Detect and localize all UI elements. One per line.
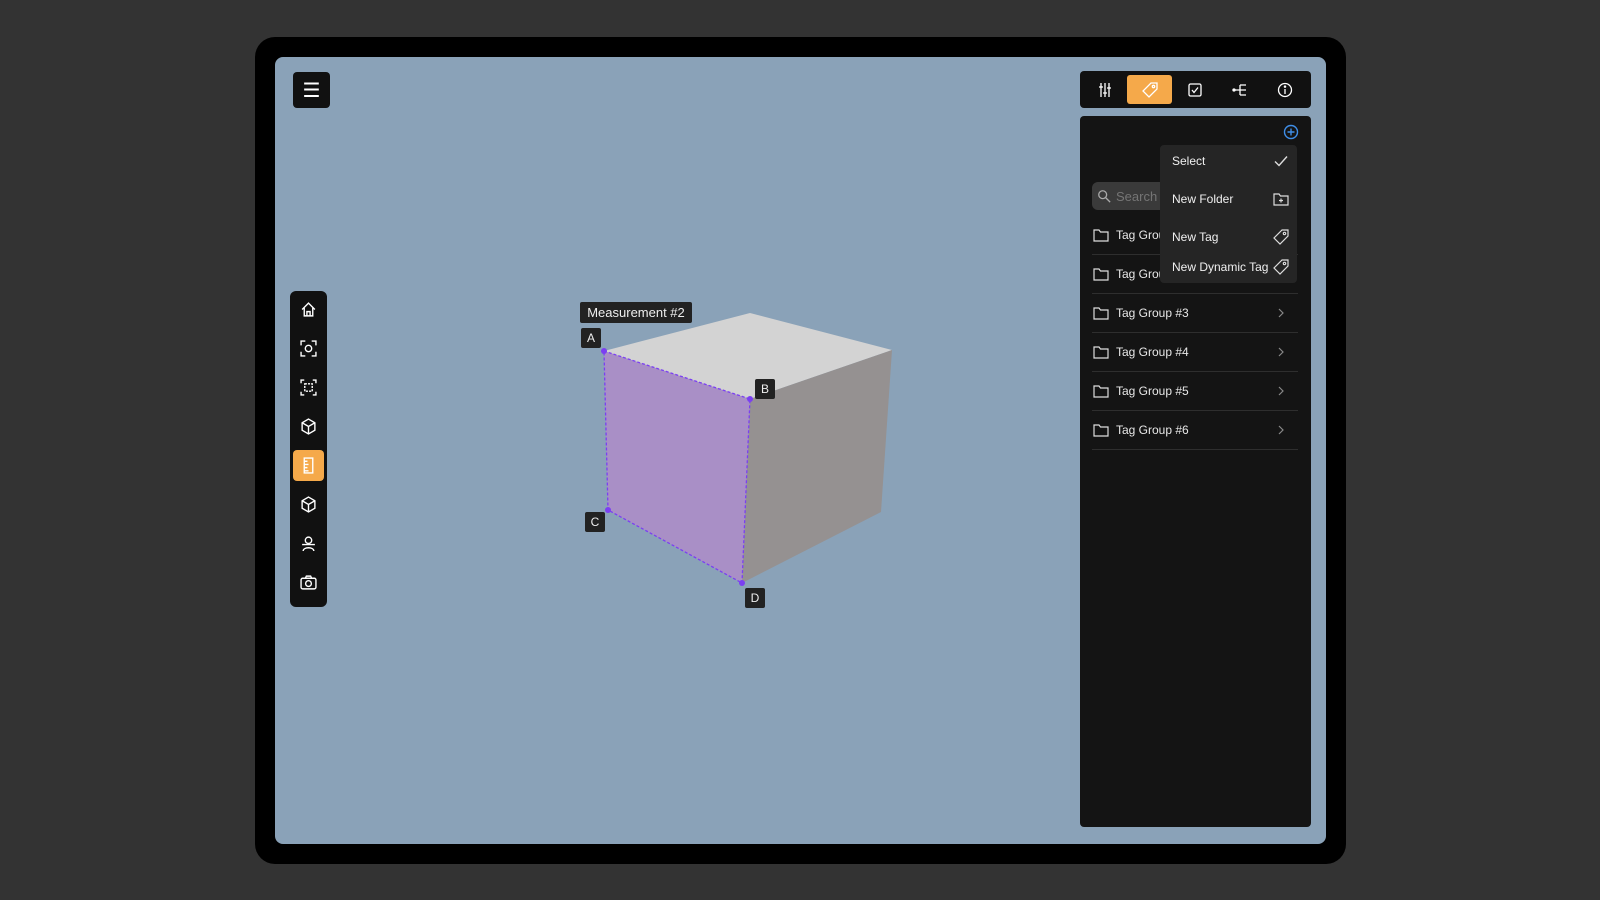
menu-item-label: New Dynamic Tag (1172, 260, 1269, 274)
tag-group-label: Tag Group #5 (1116, 384, 1189, 398)
tag-group-label: Tag Group #3 (1116, 306, 1189, 320)
folder-icon (1093, 346, 1109, 359)
tab-settings[interactable] (1082, 75, 1127, 104)
chevron-right-icon (1278, 308, 1284, 318)
cube-icon (301, 496, 316, 513)
tab-checklist[interactable] (1172, 75, 1217, 104)
tab-hierarchy[interactable] (1217, 75, 1262, 104)
sliders-icon (1098, 82, 1111, 97)
focus-button[interactable] (293, 333, 324, 364)
point-label-a: A (581, 328, 601, 348)
folder-icon (1093, 229, 1109, 242)
add-dropdown-menu: Select New Folder New Tag New Dynamic Ta… (1160, 145, 1297, 283)
tag-group-label: Tag Group #6 (1116, 423, 1189, 437)
checkbox-icon (1187, 82, 1202, 97)
measure-point-d (739, 580, 745, 586)
folder-add-icon (1273, 193, 1289, 206)
menu-item-new-folder[interactable]: New Folder (1160, 184, 1297, 214)
menu-item-label: Select (1172, 154, 1206, 168)
home-button[interactable] (293, 294, 324, 325)
measure-point-a (601, 348, 607, 354)
cube-button[interactable] (293, 489, 324, 520)
box-view-icon (301, 418, 316, 435)
hierarchy-icon (1231, 83, 1246, 96)
point-label-c: C (585, 512, 605, 532)
tag-group-row[interactable]: Tag Group #6 (1092, 411, 1298, 450)
menu-item-label: New Tag (1172, 230, 1219, 244)
menu-item-select[interactable]: Select (1160, 146, 1297, 176)
left-toolbar (290, 291, 327, 607)
box-view-button[interactable] (293, 411, 324, 442)
tag-group-row[interactable]: Tag Group #5 (1092, 372, 1298, 411)
app-screen: Measurement #2 A B C D ☰ Search Tag Grou… (275, 57, 1326, 844)
tag-group-row[interactable]: Tag Group #3 (1092, 294, 1298, 333)
camera-icon (300, 575, 317, 590)
menu-item-label: New Folder (1172, 192, 1234, 206)
measure-point-c (605, 507, 611, 513)
top-tab-bar (1080, 71, 1311, 108)
measure-point-b (747, 396, 753, 402)
chevron-right-icon (1278, 386, 1284, 396)
tab-info[interactable] (1262, 75, 1307, 104)
hamburger-menu-button[interactable]: ☰ (293, 72, 330, 108)
tag-icon (1273, 259, 1289, 275)
add-circle-icon[interactable] (1283, 124, 1299, 140)
chevron-right-icon (1278, 347, 1284, 357)
camera-button[interactable] (293, 567, 324, 598)
menu-item-new-dynamic-tag[interactable]: New Dynamic Tag (1160, 252, 1297, 282)
frame-select-icon (300, 379, 317, 396)
point-label-b: B (755, 379, 775, 399)
frame-select-button[interactable] (293, 372, 324, 403)
check-icon (1274, 156, 1288, 167)
person-icon (302, 536, 315, 552)
focus-icon (300, 340, 317, 357)
menu-item-new-tag[interactable]: New Tag (1160, 222, 1297, 252)
person-button[interactable] (293, 528, 324, 559)
tab-tags[interactable] (1127, 75, 1172, 104)
tag-group-row[interactable]: Tag Group #4 (1092, 333, 1298, 372)
folder-icon (1093, 268, 1109, 281)
point-label-d: D (745, 588, 765, 608)
tag-group-label: Tag Group #4 (1116, 345, 1189, 359)
info-icon (1277, 82, 1292, 97)
chevron-right-icon (1278, 425, 1284, 435)
measure-button[interactable] (293, 450, 324, 481)
ruler-icon (303, 457, 314, 474)
measurement-label[interactable]: Measurement #2 (580, 302, 692, 323)
folder-icon (1093, 424, 1109, 437)
tag-icon (1141, 81, 1158, 98)
folder-icon (1093, 385, 1109, 398)
folder-icon (1093, 307, 1109, 320)
home-icon (301, 302, 316, 317)
search-icon (1098, 190, 1111, 203)
tag-icon (1273, 229, 1289, 245)
hamburger-icon: ☰ (302, 79, 321, 102)
